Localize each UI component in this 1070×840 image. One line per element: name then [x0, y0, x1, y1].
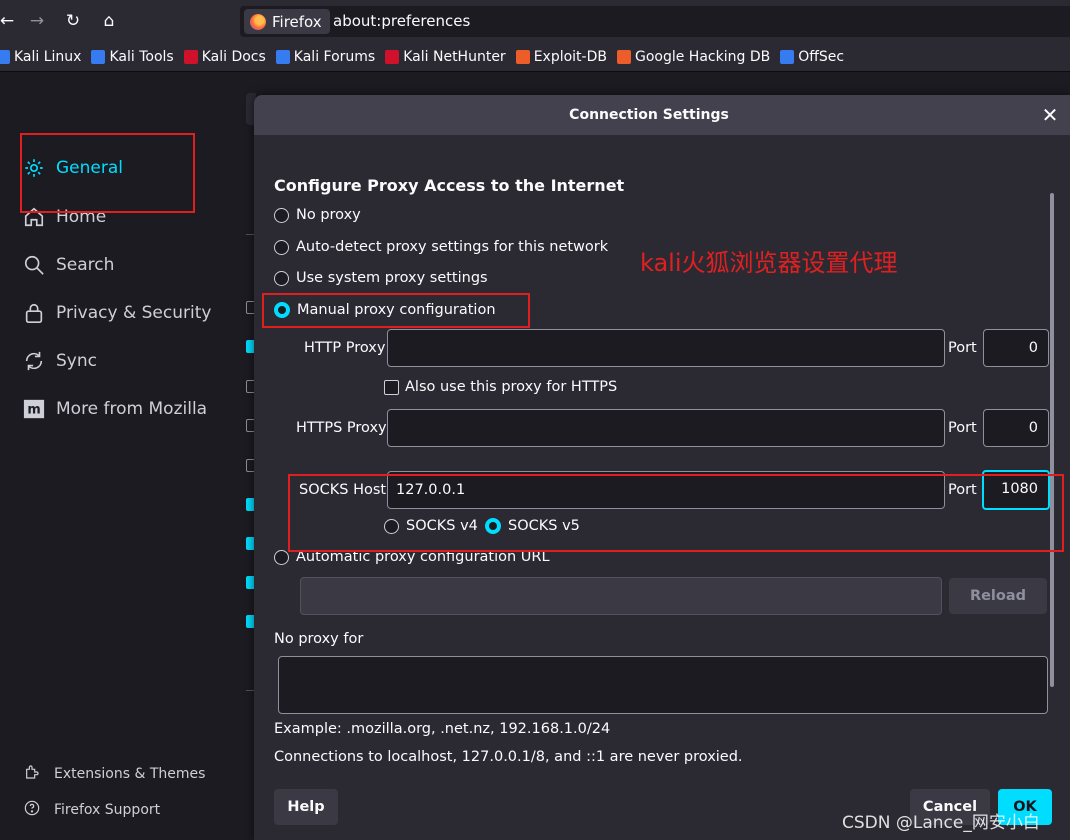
https-port-label: Port	[948, 420, 977, 436]
bookmark-label: Kali Docs	[201, 48, 266, 65]
dialog-title: Connection Settings	[569, 107, 729, 123]
kali-docs-icon	[183, 49, 198, 64]
sidebar-item-label: Search	[56, 255, 115, 275]
identity-box[interactable]: Firefox	[244, 9, 330, 34]
lock-icon	[22, 301, 46, 325]
reload-icon[interactable]: ↻	[60, 8, 86, 34]
sidebar-item-privacy[interactable]: Privacy & Security	[22, 299, 211, 327]
http-proxy-input[interactable]	[387, 329, 945, 367]
help-icon	[24, 800, 40, 820]
radio-button[interactable]	[274, 207, 289, 223]
reload-button[interactable]: Reload	[949, 578, 1047, 614]
sidebar-item-label: Privacy & Security	[56, 303, 212, 323]
svg-text:m: m	[27, 403, 40, 418]
nethunter-icon	[385, 49, 400, 64]
auto-config-url-input[interactable]	[300, 577, 942, 615]
http-port-input[interactable]: 0	[983, 329, 1049, 367]
exploitdb-icon	[515, 49, 530, 64]
connection-settings-dialog: Connection Settings ✕ Configure Proxy Ac…	[254, 95, 1070, 840]
scrollbar[interactable]	[1050, 193, 1054, 687]
ghdb-icon	[616, 49, 631, 64]
no-proxy-for-textarea[interactable]	[278, 656, 1048, 714]
back-icon[interactable]: ←	[0, 8, 20, 34]
radio-auto-detect[interactable]: Auto-detect proxy settings for this netw…	[274, 239, 608, 255]
bookmark-item[interactable]: Kali Forums	[275, 48, 376, 65]
url-text[interactable]: about:preferences	[333, 12, 470, 30]
sidebar-item-label: Sync	[56, 351, 97, 371]
bookmark-label: Exploit-DB	[533, 48, 607, 65]
kali-forums-icon	[275, 49, 290, 64]
firefox-icon	[250, 13, 266, 30]
bookmark-label: Kali Linux	[14, 48, 82, 65]
bookmark-label: Kali Forums	[293, 48, 376, 65]
close-icon[interactable]: ✕	[1038, 103, 1062, 127]
kali-icon	[0, 49, 10, 64]
bookmark-label: OffSec	[798, 48, 845, 65]
bookmark-item[interactable]: Kali Linux	[0, 49, 81, 65]
bookmarks-toolbar: Kali Linux Kali Tools Kali Docs Kali Forums…	[0, 42, 1070, 72]
home-icon[interactable]: ⌂	[96, 8, 122, 34]
https-port-input[interactable]: 0	[983, 409, 1049, 447]
http-proxy-label: HTTP Proxy	[304, 340, 386, 356]
radio-button[interactable]	[274, 239, 289, 255]
bookmark-item[interactable]: Google Hacking DB	[616, 48, 771, 65]
sidebar-item-search[interactable]: Search	[22, 251, 114, 279]
https-proxy-input[interactable]	[387, 409, 945, 447]
forward-icon[interactable]: →	[24, 8, 50, 34]
watermark: CSDN @Lance_网安小白	[842, 813, 1040, 833]
radio-label: Use system proxy settings	[296, 270, 488, 286]
annotation-box-socks	[288, 474, 1064, 552]
bookmark-item[interactable]: Exploit-DB	[515, 48, 607, 65]
bookmark-item[interactable]: OffSec	[780, 49, 844, 65]
background-divider	[246, 234, 254, 235]
bookmark-label: Kali NetHunter	[403, 48, 506, 65]
radio-button[interactable]	[274, 549, 289, 565]
radio-label: Auto-detect proxy settings for this netw…	[296, 239, 609, 255]
no-proxy-for-label: No proxy for	[274, 631, 364, 647]
also-https-label: Also use this proxy for HTTPS	[405, 379, 618, 395]
localhost-note: Connections to localhost, 127.0.0.1/8, a…	[274, 749, 743, 765]
bookmark-label: Kali Tools	[109, 48, 174, 65]
annotation-caption: kali火狐浏览器设置代理	[640, 249, 898, 277]
annotation-box-manual-proxy	[262, 293, 530, 328]
radio-label: No proxy	[296, 207, 361, 223]
https-proxy-label: HTTPS Proxy	[296, 420, 387, 436]
sidebar-item-sync[interactable]: Sync	[22, 347, 97, 375]
annotation-box-general	[20, 133, 195, 213]
identity-label: Firefox	[272, 12, 322, 31]
radio-system-proxy[interactable]: Use system proxy settings	[274, 270, 488, 286]
sidebar-footer-label: Extensions & Themes	[54, 766, 206, 782]
search-icon	[22, 253, 46, 277]
sidebar-item-label: More from Mozilla	[56, 399, 208, 419]
section-heading: Configure Proxy Access to the Internet	[274, 176, 625, 195]
kali-tools-icon	[91, 49, 106, 64]
sidebar-firefox-support[interactable]: Firefox Support	[24, 800, 160, 820]
sync-icon	[22, 349, 46, 373]
sidebar-item-more-from-mozilla[interactable]: m More from Mozilla	[22, 395, 207, 423]
sidebar-extensions-themes[interactable]: Extensions & Themes	[24, 764, 205, 784]
bookmark-label: Google Hacking DB	[634, 48, 771, 65]
radio-no-proxy[interactable]: No proxy	[274, 207, 361, 223]
example-text: Example: .mozilla.org, .net.nz, 192.168.…	[274, 721, 611, 737]
help-button[interactable]: Help	[274, 789, 338, 825]
puzzle-icon	[24, 764, 40, 784]
sidebar-footer-label: Firefox Support	[54, 802, 161, 818]
mozilla-icon: m	[22, 397, 46, 421]
background-divider	[246, 690, 254, 691]
http-port-label: Port	[948, 340, 977, 356]
browser-toolbar: ← → ↻ ⌂ Firefox about:preferences	[0, 0, 1070, 42]
bookmark-item[interactable]: Kali Docs	[183, 48, 266, 65]
url-bar[interactable]: Firefox about:preferences	[240, 6, 1070, 37]
bookmark-item[interactable]: Kali Tools	[91, 48, 174, 65]
bookmark-item[interactable]: Kali NetHunter	[385, 48, 506, 65]
offsec-icon	[780, 49, 795, 64]
also-https-checkbox[interactable]	[384, 380, 399, 395]
radio-button[interactable]	[274, 270, 289, 286]
